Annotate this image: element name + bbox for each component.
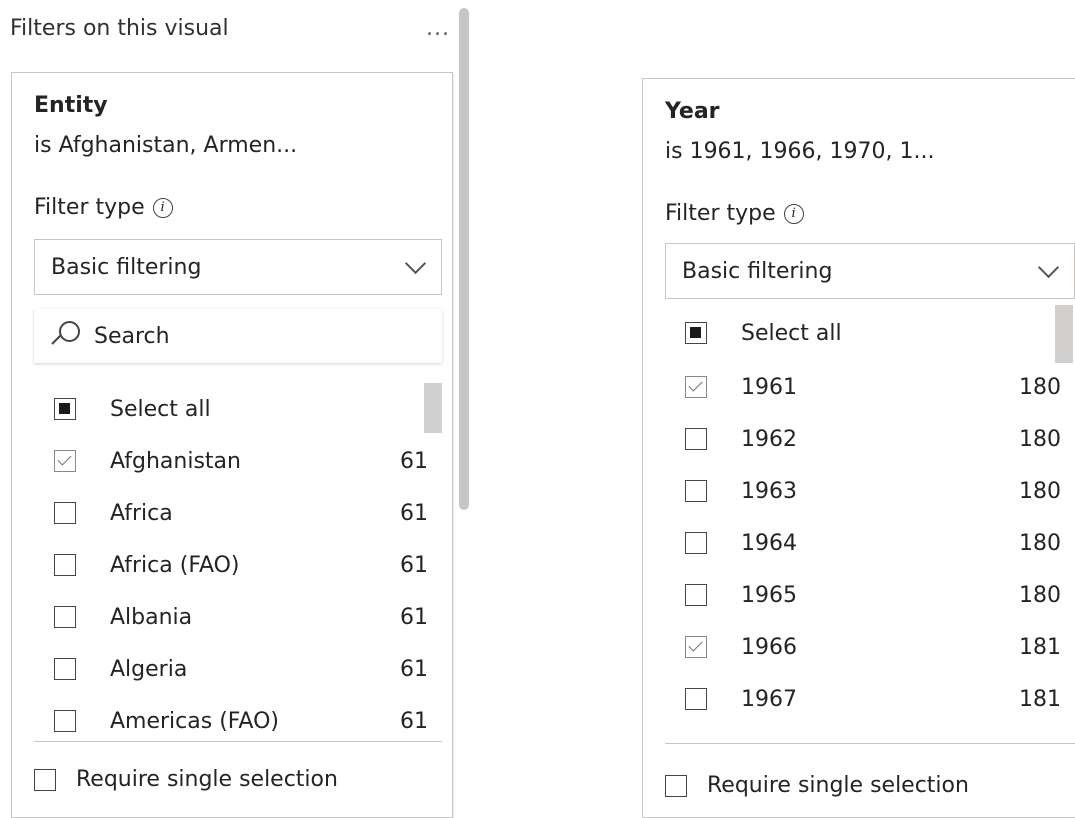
list-item-label: 1966 — [741, 634, 797, 660]
chevron-down-icon — [404, 252, 427, 274]
filter-type-text: Filter type — [665, 201, 776, 226]
card-summary: is 1961, 1966, 1970, 1... — [665, 139, 935, 164]
list-item-label: Afghanistan — [110, 448, 241, 474]
item-checkbox[interactable] — [685, 428, 707, 450]
item-checkbox[interactable] — [685, 688, 707, 710]
list-item-label: 1962 — [741, 426, 797, 452]
item-checkbox[interactable] — [685, 636, 707, 658]
list-item-count: 180 — [1019, 582, 1061, 608]
value-list: Select all Afghanistan 61 Africa 61 Afri… — [34, 377, 442, 739]
list-item-count: 180 — [1019, 426, 1061, 452]
list-item-count: 61 — [400, 552, 428, 578]
list-item-label: 1963 — [741, 478, 797, 504]
item-checkbox[interactable] — [54, 710, 76, 732]
list-item[interactable]: 1962 180 — [665, 413, 1075, 465]
filter-type-dropdown[interactable]: Basic filtering — [665, 243, 1075, 299]
card-title[interactable]: Year — [665, 99, 720, 124]
list-item[interactable]: 1966 181 — [665, 621, 1075, 673]
pane-title: Filters on this visual — [10, 16, 229, 41]
require-single-selection[interactable]: Require single selection — [34, 767, 338, 792]
card-summary: is Afghanistan, Armen... — [34, 133, 298, 158]
list-item[interactable]: 1965 180 — [665, 569, 1075, 621]
list-item-label: Africa (FAO) — [110, 552, 240, 578]
list-item[interactable]: Africa 61 — [34, 487, 442, 539]
list-item-label: 1965 — [741, 582, 797, 608]
search-box[interactable] — [34, 309, 442, 363]
list-item-count: 180 — [1019, 478, 1061, 504]
list-item[interactable]: Afghanistan 61 — [34, 435, 442, 487]
filter-pane-header: Filters on this visual ... — [10, 16, 450, 56]
list-item-label: Select all — [110, 396, 211, 422]
list-item-count: 61 — [400, 448, 428, 474]
filter-type-text: Filter type — [34, 195, 145, 220]
dropdown-value: Basic filtering — [682, 258, 833, 284]
list-item-label: Algeria — [110, 656, 188, 682]
select-all-checkbox[interactable] — [685, 322, 707, 344]
list-item-count: 61 — [400, 500, 428, 526]
dropdown-value: Basic filtering — [51, 254, 202, 280]
require-single-checkbox[interactable] — [665, 774, 687, 797]
search-icon — [50, 321, 80, 351]
list-item[interactable]: 1964 180 — [665, 517, 1075, 569]
list-item-count: 180 — [1019, 374, 1061, 400]
list-item-count: 61 — [400, 656, 428, 682]
require-single-label: Require single selection — [707, 773, 969, 798]
select-all-item[interactable]: Select all — [34, 383, 442, 435]
item-checkbox[interactable] — [685, 584, 707, 606]
value-list: Select all 1961 180 1962 180 1963 180 19… — [665, 305, 1075, 721]
item-checkbox[interactable] — [54, 606, 76, 628]
chevron-down-icon — [1037, 256, 1060, 278]
list-item-label: Select all — [741, 320, 842, 346]
pane-scrollbar[interactable] — [459, 8, 469, 510]
require-single-label: Require single selection — [76, 767, 338, 792]
list-item[interactable]: Africa (FAO) 61 — [34, 539, 442, 591]
list-item-count: 61 — [400, 604, 428, 630]
filter-type-label: Filter type i — [34, 195, 173, 220]
list-item-label: Albania — [110, 604, 193, 630]
divider — [665, 743, 1075, 744]
list-item[interactable]: Algeria 61 — [34, 643, 442, 695]
filter-card-entity: Entity is Afghanistan, Armen... Filter t… — [11, 72, 453, 818]
card-title[interactable]: Entity — [34, 93, 108, 118]
search-input[interactable] — [94, 323, 414, 349]
item-checkbox[interactable] — [54, 502, 76, 524]
more-options-icon[interactable]: ... — [426, 16, 450, 41]
filter-card-year: Year is 1961, 1966, 1970, 1... Filter ty… — [642, 78, 1075, 818]
filter-type-label: Filter type i — [665, 201, 804, 226]
list-item[interactable]: 1967 181 — [665, 673, 1075, 721]
select-all-checkbox[interactable] — [54, 398, 76, 420]
divider — [34, 741, 442, 742]
list-item-count: 181 — [1019, 686, 1061, 712]
list-item-label: 1967 — [741, 686, 797, 712]
list-item-count: 181 — [1019, 634, 1061, 660]
list-item-count: 61 — [400, 708, 428, 734]
list-item-label: 1961 — [741, 374, 797, 400]
info-icon[interactable]: i — [783, 203, 804, 224]
item-checkbox[interactable] — [685, 480, 707, 502]
item-checkbox[interactable] — [54, 658, 76, 680]
list-item-label: 1964 — [741, 530, 797, 556]
filter-type-dropdown[interactable]: Basic filtering — [34, 239, 442, 295]
item-checkbox[interactable] — [685, 376, 707, 398]
require-single-selection[interactable]: Require single selection — [665, 773, 969, 798]
list-item[interactable]: 1961 180 — [665, 361, 1075, 413]
item-checkbox[interactable] — [685, 532, 707, 554]
info-icon[interactable]: i — [152, 197, 173, 218]
list-item[interactable]: Americas (FAO) 61 — [34, 695, 442, 739]
require-single-checkbox[interactable] — [34, 768, 56, 791]
select-all-item[interactable]: Select all — [665, 307, 1075, 359]
list-item-label: Africa — [110, 500, 173, 526]
list-item-label: Americas (FAO) — [110, 708, 279, 734]
item-checkbox[interactable] — [54, 450, 76, 472]
item-checkbox[interactable] — [54, 554, 76, 576]
list-item[interactable]: Albania 61 — [34, 591, 442, 643]
list-item[interactable]: 1963 180 — [665, 465, 1075, 517]
list-item-count: 180 — [1019, 530, 1061, 556]
